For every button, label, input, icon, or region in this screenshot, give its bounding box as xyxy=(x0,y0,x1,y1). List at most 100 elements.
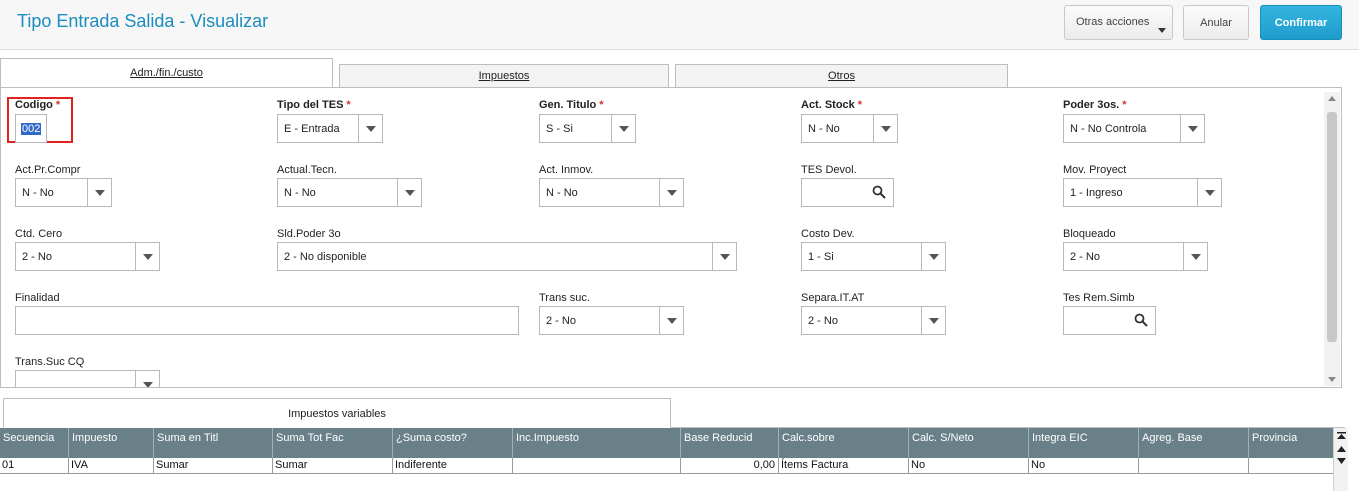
app-window: Tipo Entrada Salida - Visualizar Otras a… xyxy=(0,0,1359,491)
form-scrollbar[interactable] xyxy=(1324,92,1340,386)
column-header[interactable]: Suma en Titl xyxy=(154,428,273,458)
column-header[interactable]: Secuencia xyxy=(0,428,69,458)
column-header[interactable]: Agreg. Base xyxy=(1139,428,1249,458)
scroll-top-icon[interactable] xyxy=(1337,432,1346,441)
chevron-down-icon xyxy=(1158,28,1166,33)
column-header[interactable]: ¿Suma costo? xyxy=(393,428,513,458)
poder-3os-select[interactable]: N - No Controla xyxy=(1063,114,1205,143)
table-cell[interactable] xyxy=(1249,458,1333,474)
ctd-cero-label: Ctd. Cero xyxy=(15,228,63,240)
table-cell[interactable]: 01 xyxy=(0,458,69,474)
separa-it-at-select[interactable]: 2 - No xyxy=(801,306,946,335)
chevron-down-icon[interactable] xyxy=(135,371,159,387)
scroll-up-icon[interactable] xyxy=(1337,445,1346,454)
act-pr-compr-label: Act.Pr.Compr xyxy=(15,164,81,176)
chevron-down-icon[interactable] xyxy=(1197,179,1221,206)
table-cell[interactable]: IVA xyxy=(69,458,154,474)
table-cell[interactable] xyxy=(513,458,681,474)
table-cell[interactable]: Sumar xyxy=(273,458,393,474)
trans-suc-value: 2 - No xyxy=(546,315,576,327)
scroll-down-icon[interactable] xyxy=(1337,456,1346,465)
column-header[interactable]: Calc. S/Neto xyxy=(909,428,1029,458)
finalidad-input[interactable] xyxy=(15,306,519,335)
mov-proyect-label: Mov. Proyect xyxy=(1063,164,1127,176)
column-header[interactable]: Inc.Impuesto xyxy=(513,428,681,458)
table-row[interactable]: 01 IVA Sumar Sumar Indiferente 0,00 Ítem… xyxy=(0,458,1333,474)
column-header[interactable]: Calc.sobre xyxy=(779,428,909,458)
column-header[interactable]: Impuesto xyxy=(69,428,154,458)
confirmar-button[interactable]: Confirmar xyxy=(1260,5,1342,40)
column-header[interactable]: Provincia xyxy=(1249,428,1333,458)
chevron-down-icon[interactable] xyxy=(921,243,945,270)
tab-impuestos[interactable]: Impuestos xyxy=(339,64,669,88)
ctd-cero-select[interactable]: 2 - No xyxy=(15,242,160,271)
separa-it-at-label: Separa.IT.AT xyxy=(801,292,865,304)
chevron-down-icon[interactable] xyxy=(611,115,635,142)
costo-dev-select[interactable]: 1 - Si xyxy=(801,242,946,271)
act-stock-label: Act. Stock * xyxy=(801,99,863,111)
act-stock-select[interactable]: N - No xyxy=(801,114,898,143)
tipo-tes-label: Tipo del TES * xyxy=(277,99,351,111)
tipo-tes-value: E - Entrada xyxy=(284,123,340,135)
grid-scrollbar[interactable] xyxy=(1333,428,1348,491)
chevron-down-icon[interactable] xyxy=(397,179,421,206)
otras-acciones-label: Otras acciones xyxy=(1076,16,1150,28)
mov-proyect-value: 1 - Ingreso xyxy=(1070,187,1123,199)
search-icon[interactable] xyxy=(1134,313,1148,327)
scrollbar-thumb[interactable] xyxy=(1327,112,1337,342)
bloqueado-label: Bloqueado xyxy=(1063,228,1116,240)
tab-label: Impuestos xyxy=(478,70,530,82)
act-pr-compr-select[interactable]: N - No xyxy=(15,178,112,207)
chevron-down-icon[interactable] xyxy=(358,115,382,142)
table-cell[interactable]: 0,00 xyxy=(681,458,779,474)
column-header[interactable]: Base Reducid xyxy=(681,428,779,458)
ctd-cero-value: 2 - No xyxy=(22,251,52,263)
gen-titulo-label: Gen. Titulo * xyxy=(539,99,604,111)
bloqueado-select[interactable]: 2 - No xyxy=(1063,242,1208,271)
search-icon[interactable] xyxy=(872,185,886,199)
table-cell[interactable]: Ítems Factura xyxy=(779,458,909,474)
chevron-down-icon[interactable] xyxy=(659,307,683,334)
chevron-down-icon[interactable] xyxy=(921,307,945,334)
table-cell[interactable]: No xyxy=(909,458,1029,474)
tab-impuestos-variables[interactable]: Impuestos variables xyxy=(3,398,671,428)
gen-titulo-select[interactable]: S - Si xyxy=(539,114,636,143)
chevron-down-icon[interactable] xyxy=(659,179,683,206)
column-header[interactable]: Integra EIC xyxy=(1029,428,1139,458)
chevron-down-icon[interactable] xyxy=(873,115,897,142)
sld-poder-3o-select[interactable]: 2 - No disponible xyxy=(277,242,737,271)
codigo-input[interactable]: 002 xyxy=(15,114,47,143)
column-header[interactable]: Suma Tot Fac xyxy=(273,428,393,458)
tes-devol-input[interactable] xyxy=(801,178,894,207)
chevron-down-icon[interactable] xyxy=(135,243,159,270)
table-cell[interactable]: Indiferente xyxy=(393,458,513,474)
actual-tecn-select[interactable]: N - No xyxy=(277,178,422,207)
table-cell[interactable] xyxy=(1139,458,1249,474)
act-inmov-value: N - No xyxy=(546,187,578,199)
codigo-value: 002 xyxy=(21,123,42,135)
scroll-up-icon[interactable] xyxy=(1328,96,1336,101)
tab-adm-fin-custo[interactable]: Adm./fin./custo xyxy=(0,58,333,88)
act-inmov-select[interactable]: N - No xyxy=(539,178,684,207)
mov-proyect-select[interactable]: 1 - Ingreso xyxy=(1063,178,1222,207)
tab-otros[interactable]: Otros xyxy=(675,64,1008,88)
sld-poder-3o-label: Sld.Poder 3o xyxy=(277,228,341,240)
chevron-down-icon[interactable] xyxy=(1180,115,1204,142)
chevron-down-icon[interactable] xyxy=(712,243,736,270)
trans-suc-cq-select[interactable] xyxy=(15,370,160,387)
chevron-down-icon[interactable] xyxy=(1183,243,1207,270)
chevron-down-icon[interactable] xyxy=(87,179,111,206)
tipo-tes-select[interactable]: E - Entrada xyxy=(277,114,383,143)
tes-rem-simb-input[interactable] xyxy=(1063,306,1156,335)
trans-suc-cq-label: Trans.Suc CQ xyxy=(15,356,85,368)
table-cell[interactable]: No xyxy=(1029,458,1139,474)
tes-rem-simb-label: Tes Rem.Simb xyxy=(1063,292,1135,304)
scroll-down-icon[interactable] xyxy=(1328,377,1336,382)
table-cell[interactable]: Sumar xyxy=(154,458,273,474)
anular-button[interactable]: Anular xyxy=(1183,5,1249,40)
act-inmov-label: Act. Inmov. xyxy=(539,164,594,176)
tab-label: Adm./fin./custo xyxy=(130,67,203,79)
otras-acciones-button[interactable]: Otras acciones xyxy=(1064,5,1173,40)
trans-suc-select[interactable]: 2 - No xyxy=(539,306,684,335)
finalidad-label: Finalidad xyxy=(15,292,60,304)
